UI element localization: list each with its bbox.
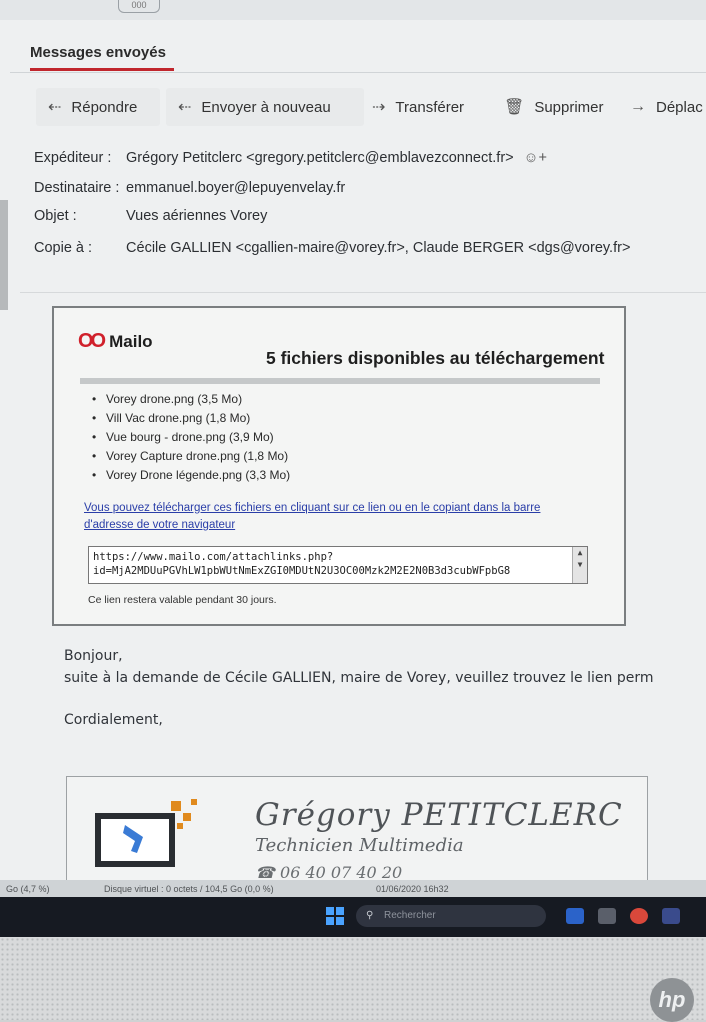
taskbar-search[interactable]: ⚲ Rechercher bbox=[356, 905, 546, 927]
greeting: Bonjour, bbox=[64, 648, 123, 664]
move-button[interactable]: → Déplac bbox=[618, 88, 706, 126]
screen: 000 Messages envoyés ⇠ Répondre ⇠ Envoye… bbox=[0, 0, 706, 905]
taskbar-search-placeholder: Rechercher bbox=[384, 910, 436, 921]
forward-label: Transférer bbox=[395, 98, 465, 116]
url-line-1: https://www.mailo.com/attachlinks.php? bbox=[93, 551, 334, 563]
recipient-label: Destinataire : bbox=[34, 180, 120, 196]
file-item: Vill Vac drone.png (1,8 Mo) bbox=[92, 409, 290, 428]
url-line-2: id=MjA2MDUuPGVhLW1pbWUtNmExZGI0MDUtN2U3O… bbox=[93, 565, 511, 577]
window-top-strip: 000 bbox=[0, 0, 706, 20]
file-list: Vorey drone.png (3,5 Mo) Vill Vac drone.… bbox=[92, 390, 290, 485]
trash-icon: 🗑 bbox=[504, 99, 525, 116]
resend-label: Envoyer à nouveau bbox=[201, 98, 331, 116]
resend-button[interactable]: ⇠ Envoyer à nouveau bbox=[166, 88, 364, 126]
reply-button[interactable]: ⇠ Répondre bbox=[36, 88, 160, 126]
mailo-logo-text: Mailo bbox=[109, 331, 153, 351]
monitor-bezel bbox=[0, 937, 706, 1020]
taskbar-explorer-icon[interactable] bbox=[598, 908, 616, 924]
file-item: Vue bourg - drone.png (3,9 Mo) bbox=[92, 428, 290, 447]
sender-row: Expéditeur : Grégory Petitclerc <gregory… bbox=[34, 150, 547, 166]
mailo-infinity-icon: OO bbox=[78, 330, 106, 352]
cc-label: Copie à : bbox=[34, 240, 93, 256]
download-url-field[interactable]: https://www.mailo.com/attachlinks.php? i… bbox=[88, 546, 588, 584]
top-tab[interactable]: 000 bbox=[118, 0, 160, 13]
taskbar-browser-icon[interactable] bbox=[630, 908, 648, 924]
signature-name: Grégory PETITCLERC bbox=[255, 797, 623, 833]
subject-value: Vues aériennes Vorey bbox=[126, 208, 268, 224]
file-item: Vorey Drone légende.png (3,3 Mo) bbox=[92, 466, 290, 485]
mailo-attachment-card: OO Mailo 5 fichiers disponibles au téléc… bbox=[52, 306, 626, 626]
folder-tabbar: Messages envoyés bbox=[10, 28, 706, 73]
reply-icon: ⇠ bbox=[48, 99, 62, 116]
taskbar-store-icon[interactable] bbox=[662, 908, 680, 924]
download-link[interactable]: Vous pouvez télécharger ces fichiers en … bbox=[84, 500, 584, 534]
status-datetime: 01/06/2020 16h32 bbox=[376, 884, 449, 894]
recipient-row: Destinataire : emmanuel.boyer@lepuyenvel… bbox=[34, 180, 345, 196]
move-arrow-icon: → bbox=[630, 98, 646, 115]
sender-label: Expéditeur : bbox=[34, 150, 112, 166]
taskbar-app-icon[interactable] bbox=[566, 908, 584, 924]
reply-label: Répondre bbox=[71, 98, 138, 116]
header-divider bbox=[20, 292, 706, 293]
search-icon: ⚲ bbox=[366, 910, 374, 921]
file-item: Vorey Capture drone.png (1,8 Mo) bbox=[92, 447, 290, 466]
sender-value[interactable]: Grégory Petitclerc <gregory.petitclerc@e… bbox=[126, 150, 514, 166]
mailo-title: 5 fichiers disponibles au téléchargement bbox=[266, 348, 605, 368]
status-disk: Disque virtuel : 0 octets / 104,5 Go (0,… bbox=[104, 884, 274, 894]
message-toolbar: ⇠ Répondre ⇠ Envoyer à nouveau ⇢ Transfé… bbox=[26, 88, 706, 132]
subject-row: Objet : Vues aériennes Vorey bbox=[34, 208, 267, 224]
recipient-value[interactable]: emmanuel.boyer@lepuyenvelay.fr bbox=[126, 180, 345, 196]
hp-logo: hp bbox=[650, 978, 694, 1022]
move-label: Déplac bbox=[656, 98, 703, 116]
file-item: Vorey drone.png (3,5 Mo) bbox=[92, 390, 290, 409]
cc-row: Copie à : Cécile GALLIEN <cgallien-maire… bbox=[34, 240, 630, 256]
url-scrollbar[interactable]: ▲ ▼ bbox=[572, 547, 587, 583]
status-bar: Go (4,7 %) Disque virtuel : 0 octets / 1… bbox=[0, 880, 706, 898]
link-validity-note: Ce lien restera valable pendant 30 jours… bbox=[88, 594, 277, 606]
subject-label: Objet : bbox=[34, 208, 77, 224]
closing: Cordialement, bbox=[64, 712, 163, 728]
forward-button[interactable]: ⇢ Transférer bbox=[360, 88, 494, 126]
resend-icon: ⇠ bbox=[178, 99, 192, 116]
mailo-divider bbox=[80, 378, 600, 384]
body-line-1: suite à la demande de Cécile GALLIEN, ma… bbox=[64, 670, 654, 686]
add-contact-icon[interactable]: ☺+ bbox=[524, 150, 547, 166]
left-scroll-indicator bbox=[0, 200, 8, 310]
active-tab-indicator bbox=[30, 68, 174, 71]
tab-sent-messages[interactable]: Messages envoyés bbox=[30, 44, 166, 61]
cc-value[interactable]: Cécile GALLIEN <cgallien-maire@vorey.fr>… bbox=[126, 240, 630, 256]
forward-icon: ⇢ bbox=[372, 99, 386, 116]
delete-label: Supprimer bbox=[534, 98, 604, 116]
mailo-logo: OO Mailo bbox=[78, 330, 153, 353]
status-left: Go (4,7 %) bbox=[6, 884, 50, 894]
delete-button[interactable]: 🗑 Supprimer bbox=[492, 88, 624, 126]
windows-start-icon[interactable] bbox=[326, 907, 344, 925]
signature-role: Technicien Multimedia bbox=[255, 835, 464, 856]
signature-logo bbox=[95, 799, 197, 867]
